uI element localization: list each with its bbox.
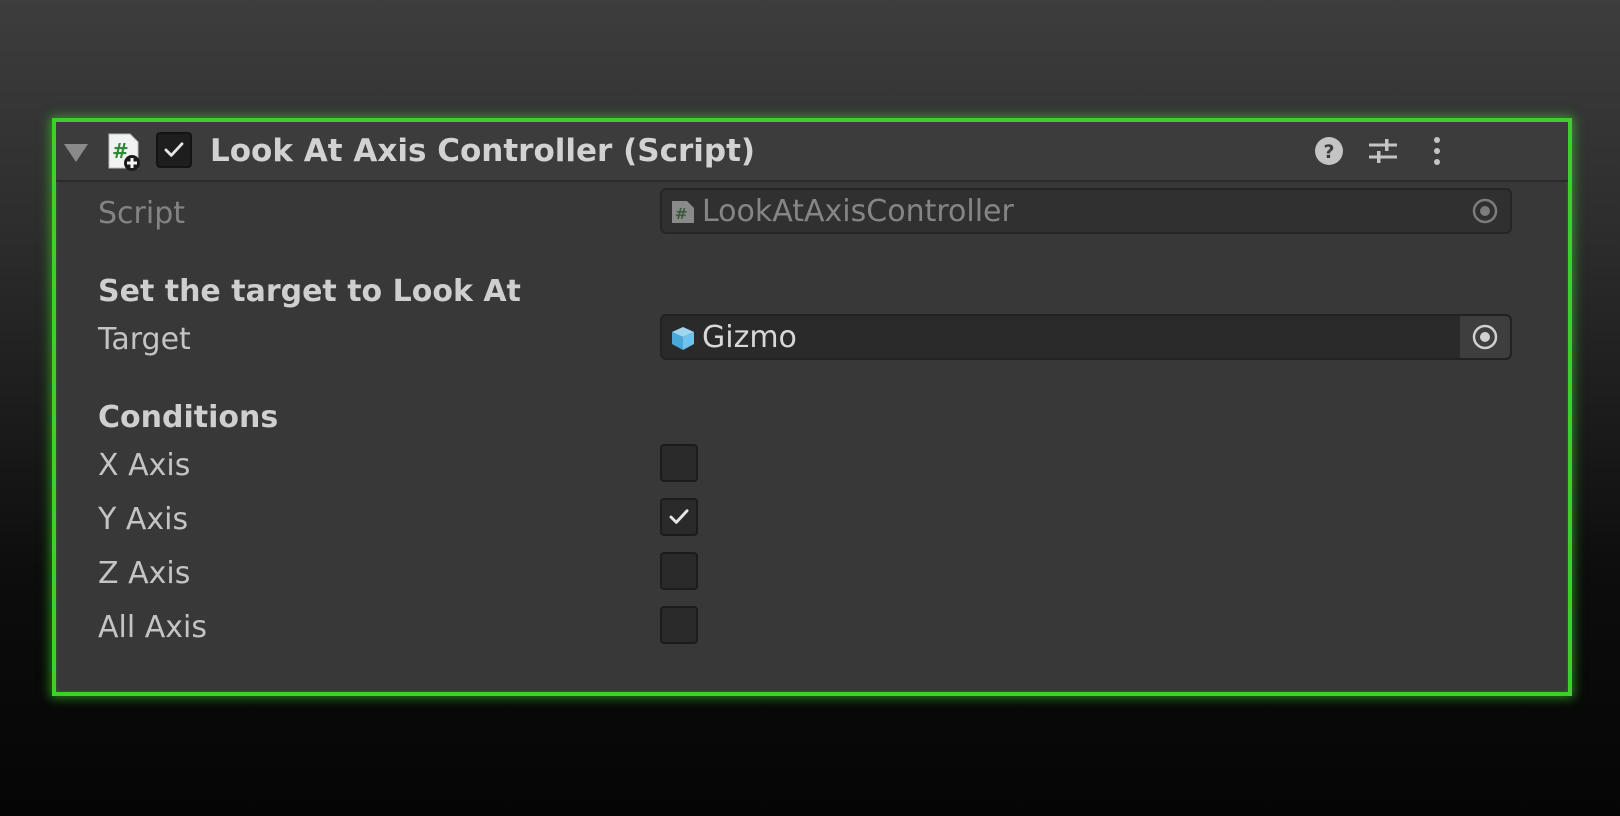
more-vert-icon[interactable] xyxy=(1420,134,1454,168)
all-axis-label: All Axis xyxy=(98,610,207,645)
preset-sliders-icon[interactable] xyxy=(1366,134,1400,168)
component-title: Look At Axis Controller (Script) xyxy=(210,133,756,169)
target-label: Target xyxy=(98,322,191,357)
target-object-field[interactable]: Gizmo xyxy=(660,314,1512,360)
y-axis-label: Y Axis xyxy=(98,502,189,537)
foldout-arrow-icon[interactable] xyxy=(64,144,88,162)
target-value: Gizmo xyxy=(702,320,797,355)
z-axis-label: Z Axis xyxy=(98,556,191,591)
component-enabled-checkbox[interactable] xyxy=(156,132,192,168)
object-picker-icon[interactable] xyxy=(1458,316,1510,358)
x-axis-label: X Axis xyxy=(98,448,191,483)
section-header-conditions: Conditions xyxy=(98,400,279,435)
component-inspector-panel: # Look At Axis Controller (Script) ? Scr… xyxy=(52,118,1572,696)
all-axis-checkbox[interactable] xyxy=(660,606,698,644)
check-icon xyxy=(669,509,689,524)
cs-script-icon: # xyxy=(672,201,694,223)
y-axis-checkbox[interactable] xyxy=(660,498,698,536)
svg-text:?: ? xyxy=(1323,141,1334,163)
prefab-cube-icon xyxy=(672,327,694,350)
script-value: LookAtAxisController xyxy=(702,194,1014,229)
script-label: Script xyxy=(98,196,186,231)
x-axis-checkbox[interactable] xyxy=(660,444,698,482)
component-header[interactable]: # Look At Axis Controller (Script) ? xyxy=(56,122,1568,182)
help-icon[interactable]: ? xyxy=(1312,134,1346,168)
script-field: # LookAtAxisController xyxy=(660,188,1512,234)
check-icon xyxy=(164,142,184,157)
object-picker-icon xyxy=(1472,198,1498,224)
z-axis-checkbox[interactable] xyxy=(660,552,698,590)
section-header-target: Set the target to Look At xyxy=(98,274,521,309)
cs-script-add-icon: # xyxy=(108,133,140,171)
svg-text:#: # xyxy=(675,205,688,223)
